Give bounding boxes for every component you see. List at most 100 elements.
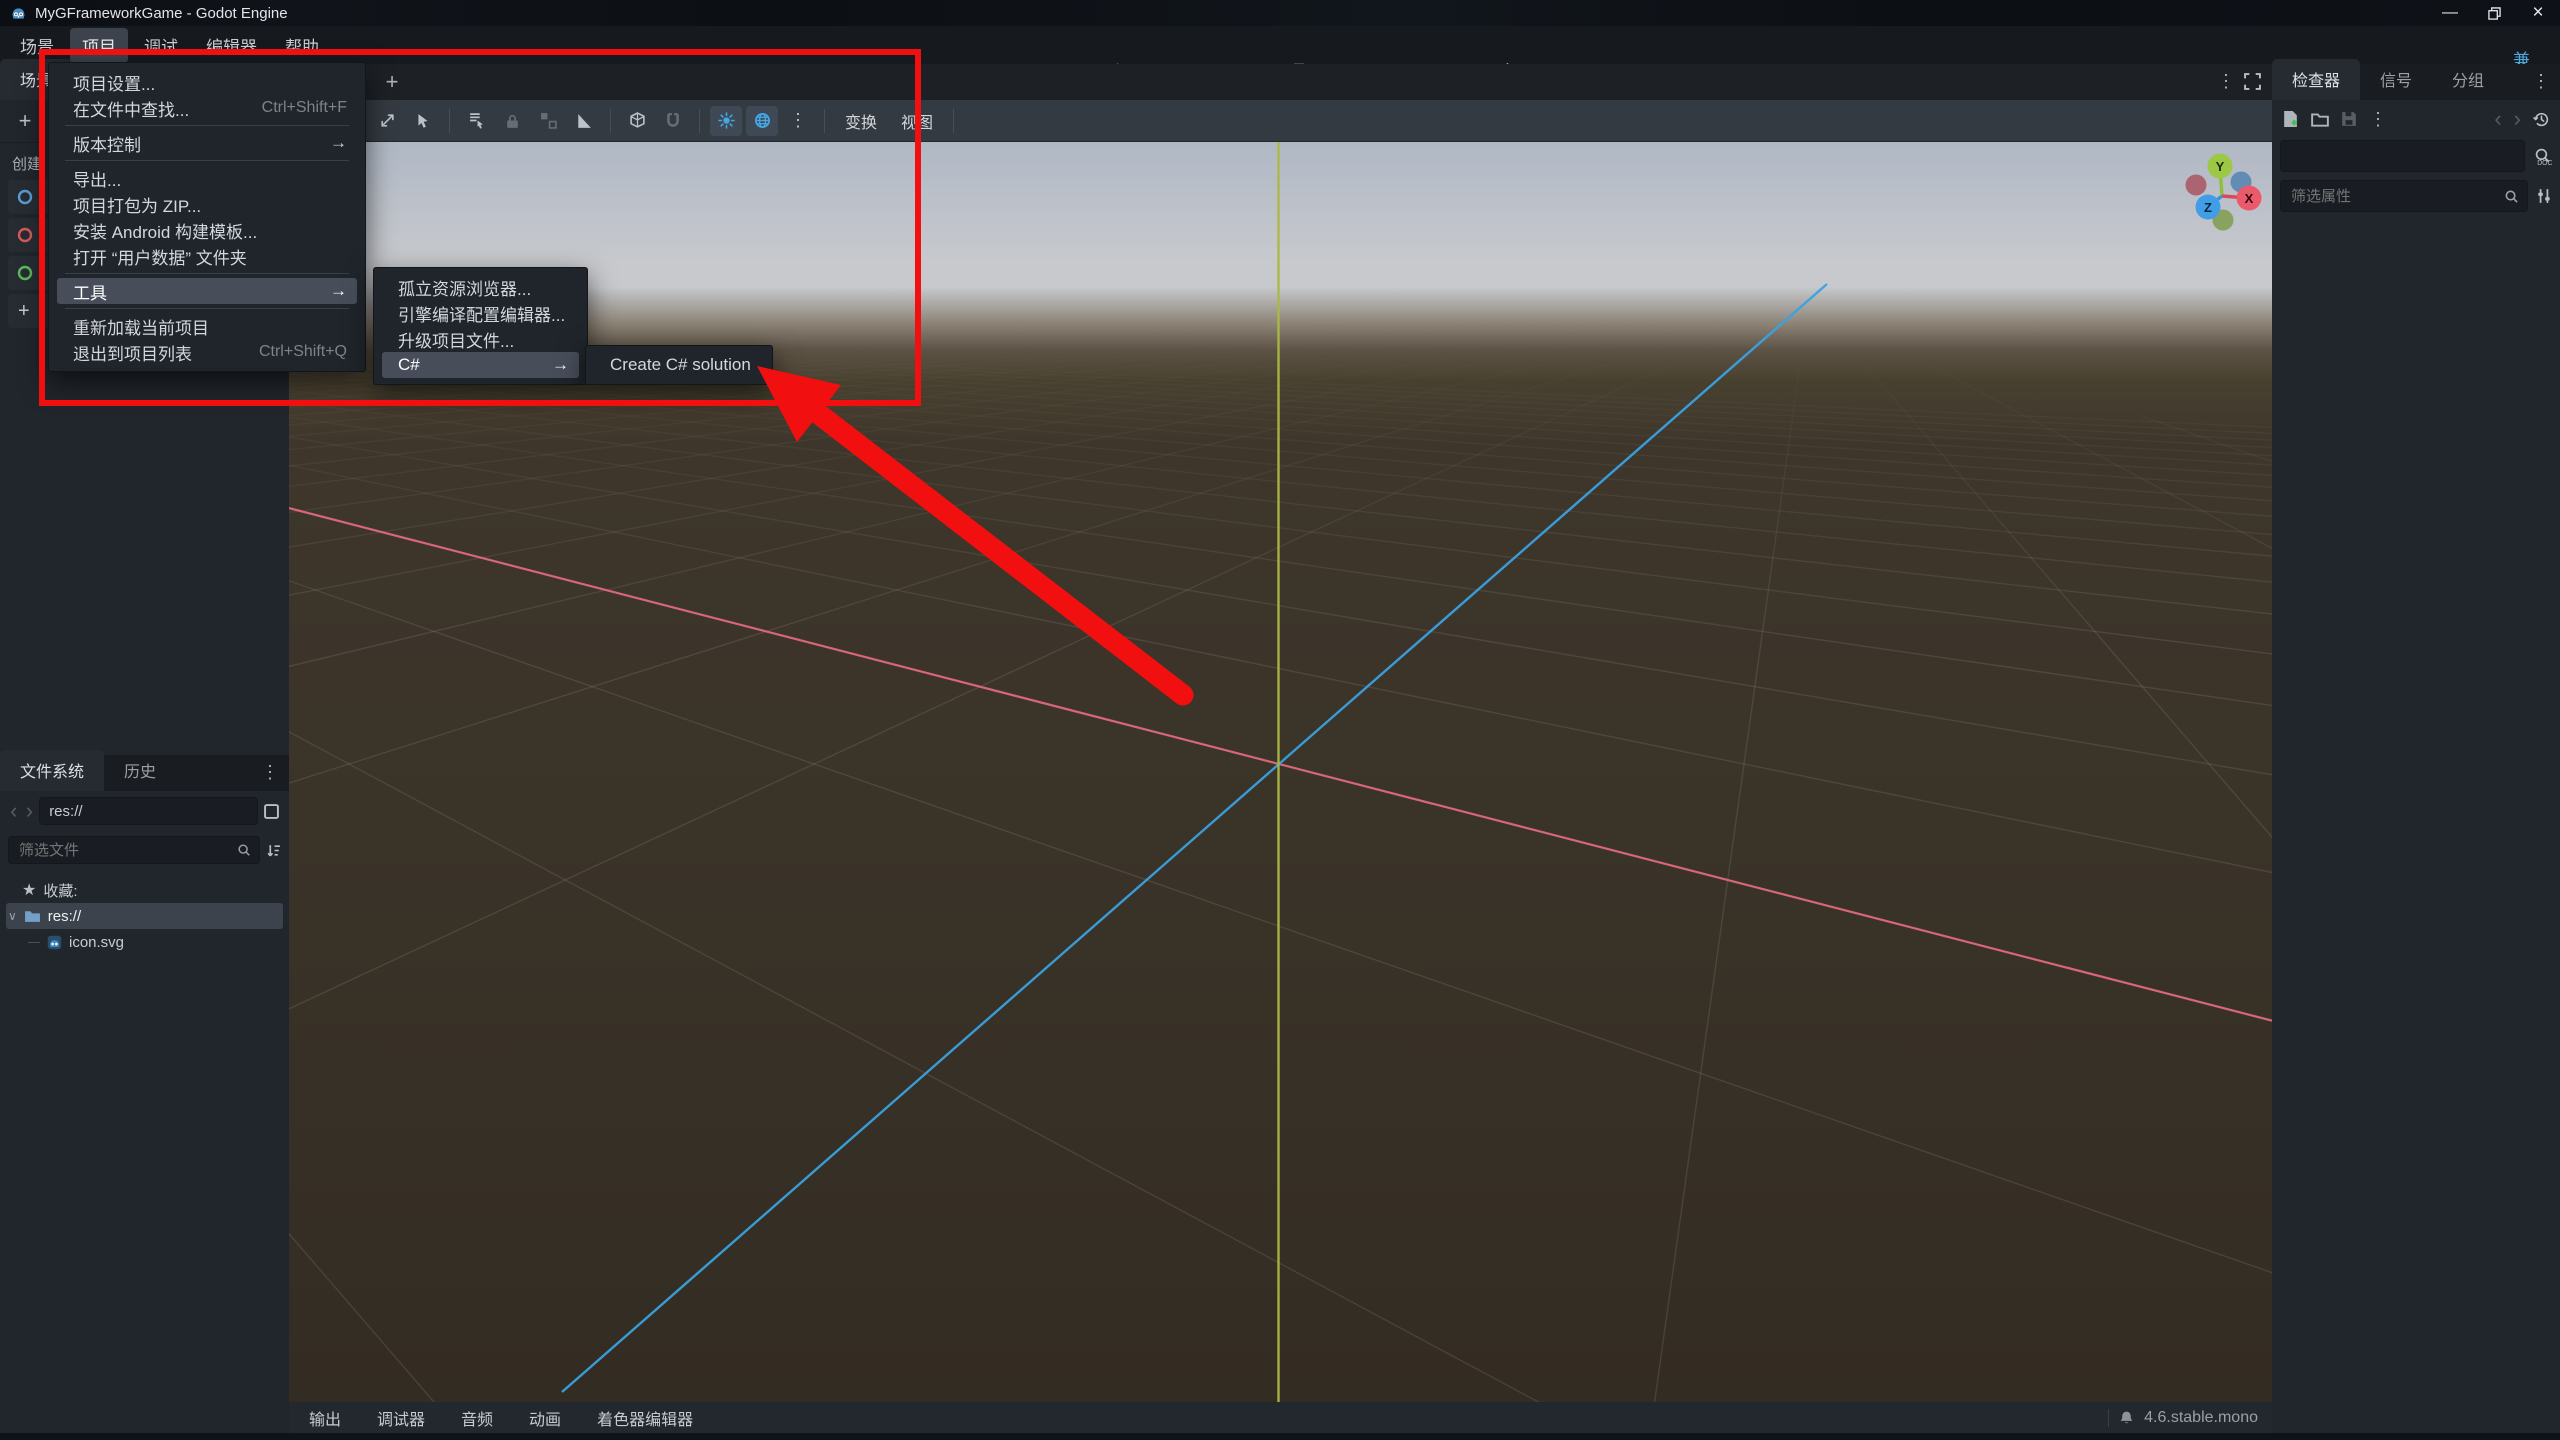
axis-gizmo[interactable]: Y X Z — [2178, 152, 2268, 242]
tree-item-res-root[interactable]: ∨ res:// — [6, 903, 283, 929]
window-title: MyGFrameworkGame - Godot Engine — [35, 4, 288, 22]
toolbar-separator — [824, 108, 825, 133]
search-icon — [238, 844, 250, 856]
tab-signals[interactable]: 信号 — [2360, 59, 2432, 100]
filter-properties-input[interactable] — [2289, 186, 2504, 206]
magnet-snap-button[interactable] — [657, 106, 689, 136]
menu-item-tools[interactable]: 工具 → — [57, 278, 357, 304]
caret-down-icon[interactable]: ∨ — [8, 909, 17, 923]
tab-inspector[interactable]: 检查器 — [2272, 59, 2361, 100]
tab-groups[interactable]: 分组 — [2432, 59, 2504, 100]
menu-item-orphan-resource-explorer[interactable]: 孤立资源浏览器... — [382, 274, 579, 300]
menu-item-engine-compile-config[interactable]: 引擎编译配置编辑器... — [382, 300, 579, 326]
new-resource-button[interactable] — [2282, 110, 2299, 128]
history-back-button[interactable]: ‹ — [2494, 106, 2501, 132]
godot-editor-window: MyGFrameworkGame - Godot Engine — × 场景 项… — [0, 0, 2560, 1440]
ungroup-selected-button[interactable] — [532, 106, 564, 136]
ruler-mode-button[interactable] — [568, 106, 600, 136]
nav-back-button[interactable]: ‹ — [8, 798, 20, 824]
lock-selected-button[interactable] — [496, 106, 528, 136]
preview-options-button[interactable]: ⋮ — [782, 106, 814, 136]
select-list-button[interactable] — [460, 106, 492, 136]
notification-bell-icon[interactable] — [2119, 1410, 2134, 1426]
expand-icon — [2244, 73, 2261, 90]
menubar-item-scene[interactable]: 场景 — [8, 28, 66, 63]
menu-item-version-control[interactable]: 版本控制 → — [57, 130, 357, 156]
viewport-toolbar: ⋮ 变换 视图 — [289, 100, 2272, 142]
gizmo-y-label: Y — [2216, 159, 2225, 174]
menu-separator — [65, 273, 349, 274]
snap-mode-button[interactable] — [621, 106, 653, 136]
bottom-tab-debugger[interactable]: 调试器 — [363, 1402, 439, 1434]
menubar-item-project[interactable]: 项目 — [70, 27, 128, 63]
add-node-button[interactable]: + — [10, 106, 40, 136]
menu-item-find-in-files[interactable]: 在文件中查找... Ctrl+Shift+F — [57, 95, 357, 121]
menu-separator — [65, 308, 349, 309]
restore-button[interactable] — [2472, 0, 2516, 26]
filesystem-menu-button[interactable]: ⋮ — [251, 754, 289, 791]
menu-item-reload-project[interactable]: 重新加载当前项目 — [57, 313, 357, 339]
submenu-arrow-icon: → — [552, 355, 569, 374]
inspector-menu-button[interactable]: ⋮ — [2522, 63, 2560, 100]
inspector-tabbar: 检查器 信号 分组 ⋮ — [2272, 59, 2560, 100]
open-docs-button[interactable]: DOC — [2533, 147, 2552, 166]
godot-file-icon — [47, 935, 62, 949]
scene-tabs-menu-button[interactable]: ⋮ — [2217, 71, 2235, 92]
menu-item-quit-to-project-list[interactable]: 退出到项目列表 Ctrl+Shift+Q — [57, 339, 357, 365]
menu-item-project-settings[interactable]: 项目设置... — [57, 69, 357, 95]
save-resource-button[interactable] — [2341, 111, 2357, 127]
bottom-tab-shader-editor[interactable]: 着色器编辑器 — [583, 1402, 707, 1434]
filesystem-dock: 文件系统 历史 ⋮ ‹ › ★ 收藏: — [0, 750, 289, 1433]
nav-forward-button[interactable]: › — [24, 798, 36, 824]
object-name-field[interactable] — [2280, 140, 2525, 172]
filter-files-input[interactable] — [17, 840, 237, 860]
toolbar-separator — [449, 108, 450, 133]
bottom-tab-animation[interactable]: 动画 — [515, 1402, 575, 1434]
tab-history[interactable]: 历史 — [104, 750, 176, 791]
minimize-button[interactable]: — — [2428, 0, 2472, 26]
menu-item-create-csharp-solution[interactable]: Create C# solution — [594, 352, 764, 378]
menu-item-install-android-template[interactable]: 安装 Android 构建模板... — [57, 217, 357, 243]
menu-item-export[interactable]: 导出... — [57, 165, 357, 191]
favorites-label: 收藏: — [43, 882, 78, 900]
bottom-panel-bar: 输出 调试器 音频 动画 着色器编辑器 4.6.stable.mono — [289, 1402, 2272, 1433]
folder-open-icon — [2311, 112, 2329, 127]
close-button[interactable]: × — [2516, 0, 2560, 26]
menu-item-pack-zip[interactable]: 项目打包为 ZIP... — [57, 191, 357, 217]
menubar-item-debug[interactable]: 调试 — [132, 28, 190, 63]
sort-files-button[interactable] — [266, 843, 281, 858]
resource-options-button[interactable]: ⋮ — [2369, 109, 2387, 130]
menu-item-upgrade-project-files[interactable]: 升级项目文件... — [382, 326, 579, 352]
history-forward-button[interactable]: › — [2514, 106, 2521, 132]
preview-sun-toggle[interactable] — [710, 105, 742, 136]
path-input[interactable] — [39, 797, 259, 825]
view-menu[interactable]: 视图 — [891, 105, 943, 137]
distraction-free-button[interactable] — [2244, 73, 2261, 90]
split-view-button[interactable] — [262, 803, 281, 819]
plus-icon: + — [18, 299, 30, 322]
load-resource-button[interactable] — [2311, 112, 2329, 127]
bottom-tab-audio[interactable]: 音频 — [447, 1402, 507, 1434]
menu-item-csharp[interactable]: C# → — [382, 352, 579, 378]
folder-icon — [24, 911, 40, 922]
history-clock-icon — [2533, 112, 2549, 126]
property-tools-button[interactable] — [2536, 188, 2552, 204]
tab-filesystem[interactable]: 文件系统 — [0, 750, 105, 791]
submenu-arrow-icon: → — [330, 281, 347, 300]
version-label[interactable]: 4.6.stable.mono — [2144, 1409, 2258, 1427]
list-select-icon — [469, 113, 483, 129]
select-tool-button[interactable] — [407, 106, 439, 136]
toolbar-separator — [699, 108, 700, 133]
menu-item-open-user-data-folder[interactable]: 打开 “用户数据” 文件夹 — [57, 243, 357, 269]
preview-environment-toggle[interactable] — [746, 105, 778, 136]
transform-menu[interactable]: 变换 — [835, 105, 887, 137]
doc-search-icon: DOC — [2535, 148, 2552, 166]
bottom-tab-output[interactable]: 输出 — [295, 1402, 355, 1434]
menubar-item-editor[interactable]: 编辑器 — [194, 28, 269, 63]
object-history-button[interactable] — [2533, 111, 2550, 128]
tune-icon — [2538, 189, 2550, 203]
scale-tool-button[interactable] — [371, 106, 403, 136]
menubar-item-help[interactable]: 帮助 — [273, 28, 331, 63]
new-scene-tab-button[interactable]: + — [379, 69, 405, 95]
tree-item-icon-svg[interactable]: icon.svg — [6, 929, 283, 955]
